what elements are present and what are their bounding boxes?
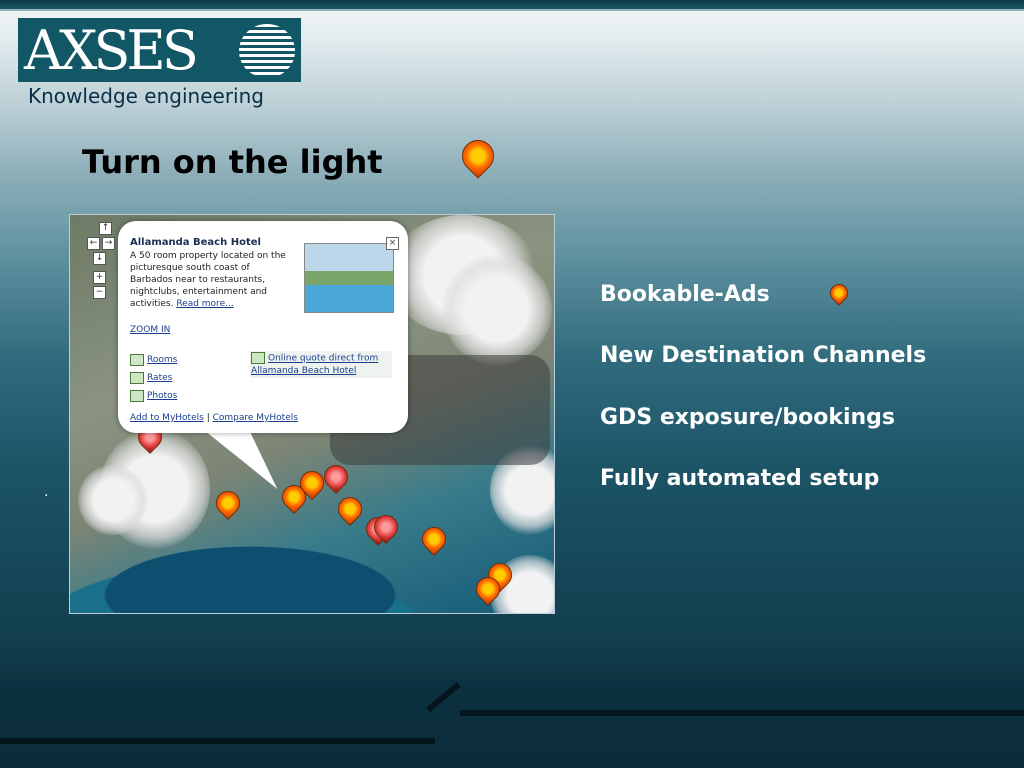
map-pin-icon[interactable]: [333, 492, 367, 526]
globe-stripes-icon: [239, 24, 295, 78]
zoom-in-button[interactable]: +: [93, 271, 106, 284]
close-icon[interactable]: ×: [386, 237, 399, 250]
cloud: [78, 465, 148, 535]
footer-line: [0, 738, 435, 744]
cloud: [442, 255, 552, 365]
photos-icon: [130, 389, 144, 402]
online-quote-link[interactable]: Online quote direct from Allamanda Beach…: [251, 354, 378, 376]
footer-line: [460, 710, 1024, 716]
map-pin-icon[interactable]: [417, 522, 451, 556]
hotel-description: A 50 room property located on the pictur…: [130, 250, 290, 310]
footer-band: [0, 680, 1024, 768]
slide-title: Turn on the light: [82, 143, 383, 181]
top-bar: [0, 0, 1024, 9]
add-to-myhotels-link[interactable]: Add to MyHotels: [130, 413, 204, 423]
logo-subtitle: Knowledge engineering: [28, 84, 264, 108]
info-window-tail: [202, 429, 284, 489]
pan-left-button[interactable]: ←: [87, 237, 100, 250]
map-screenshot: ↑ ← → ↓ + − Allamanda Beach Hotel A 50 ro…: [69, 214, 555, 614]
info-window: Allamanda Beach Hotel A 50 room property…: [118, 221, 408, 433]
top-bar-divider: [0, 9, 1024, 11]
pan-up-button[interactable]: ↑: [99, 222, 112, 235]
bullet-text: Bookable-Ads: [600, 282, 770, 307]
read-more-link[interactable]: Read more...: [176, 299, 233, 309]
map-pin-icon[interactable]: [211, 486, 245, 520]
logo-text: AXSES: [24, 19, 199, 82]
map-pin-icon: [455, 133, 501, 179]
map-pin-icon: [826, 280, 852, 306]
bullet-item: Fully automated setup: [600, 466, 880, 491]
map-pin-icon[interactable]: [319, 460, 353, 494]
stray-dot: .: [44, 484, 49, 500]
bullet-item: GDS exposure/bookings: [600, 405, 896, 430]
rates-link[interactable]: Rates: [147, 373, 172, 383]
zoom-out-button[interactable]: −: [93, 286, 106, 299]
hotel-photo[interactable]: [304, 243, 394, 313]
online-quote: Online quote direct from Allamanda Beach…: [250, 351, 392, 378]
pan-right-button[interactable]: →: [102, 237, 115, 250]
hotel-name: Allamanda Beach Hotel: [130, 237, 261, 248]
rooms-icon: [130, 353, 144, 366]
quote-icon: [251, 352, 265, 364]
bullet-item: Bookable-Ads: [600, 280, 852, 307]
pan-down-button[interactable]: ↓: [93, 252, 106, 265]
compare-myhotels-link[interactable]: Compare MyHotels: [213, 413, 298, 423]
photos-link[interactable]: Photos: [147, 391, 177, 401]
bullet-item: New Destination Channels: [600, 343, 927, 368]
rooms-link[interactable]: Rooms: [147, 355, 177, 365]
link-separator: |: [206, 413, 210, 423]
zoom-in-link[interactable]: ZOOM IN: [130, 325, 170, 335]
logo: AXSES: [18, 18, 301, 82]
rates-icon: [130, 371, 144, 384]
